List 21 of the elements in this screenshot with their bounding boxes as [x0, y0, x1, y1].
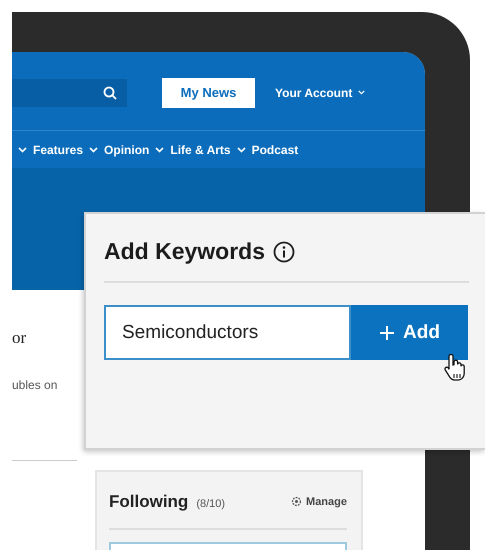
nav-link[interactable]: Podcast: [252, 142, 298, 156]
gear-icon: [291, 496, 302, 507]
info-icon[interactable]: [273, 240, 296, 262]
nav-link[interactable]: Opinion: [104, 142, 150, 156]
search-icon[interactable]: [103, 86, 117, 100]
article-summary: ubles on: [12, 378, 58, 392]
following-count: (8/10): [196, 498, 226, 510]
nav-link[interactable]: Life & Arts: [170, 142, 231, 156]
keyword-input[interactable]: Semiconductors: [104, 305, 351, 360]
manage-button[interactable]: Manage: [291, 496, 347, 508]
dialog-title: Add Keywords: [104, 238, 266, 265]
my-news-button[interactable]: My News: [162, 78, 255, 108]
chevron-down-icon: [358, 90, 366, 95]
plus-icon: [379, 324, 396, 340]
search-field[interactable]: [12, 78, 127, 106]
chevron-down-icon: [18, 146, 27, 152]
add-button[interactable]: Add: [351, 305, 468, 360]
nav-link[interactable]: Features: [33, 142, 84, 156]
article-title: or: [12, 328, 28, 348]
following-title: Following: [109, 492, 188, 512]
account-menu[interactable]: Your Account: [275, 86, 366, 100]
